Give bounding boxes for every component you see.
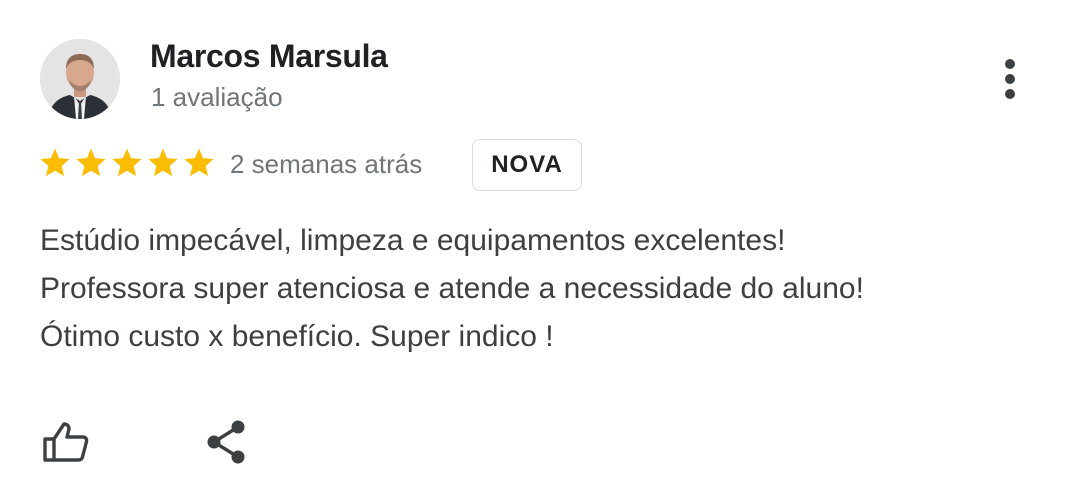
avatar[interactable] xyxy=(40,39,120,119)
more-vert-icon xyxy=(1005,59,1015,99)
share-icon xyxy=(207,420,245,464)
star-icon xyxy=(184,148,214,177)
user-photo-icon xyxy=(40,39,120,119)
share-button[interactable] xyxy=(198,414,254,470)
star-rating xyxy=(38,146,216,180)
author-name[interactable]: Marcos Marsula xyxy=(150,38,388,75)
star-icon xyxy=(112,148,142,177)
review-text: Estúdio impecável, limpeza e equipamento… xyxy=(40,217,1040,361)
star-icon xyxy=(76,148,106,177)
thumbs-up-icon xyxy=(43,422,89,462)
review-text-line: Ótimo custo x benefício. Super indico ! xyxy=(40,320,554,353)
star-icon xyxy=(148,148,178,177)
review-text-line: Professora super atenciosa e atende a ne… xyxy=(40,272,864,305)
review-text-line: Estúdio impecável, limpeza e equipamento… xyxy=(40,224,786,257)
star-icon xyxy=(40,148,70,177)
like-button[interactable] xyxy=(38,414,94,470)
review-date: 2 semanas atrás xyxy=(230,149,423,179)
review-card: Marcos Marsula 1 avaliação 2 semanas atr… xyxy=(0,0,1080,497)
more-options-button[interactable] xyxy=(990,52,1030,106)
new-badge: NOVA xyxy=(472,139,582,191)
author-review-count: 1 avaliação xyxy=(151,82,283,112)
